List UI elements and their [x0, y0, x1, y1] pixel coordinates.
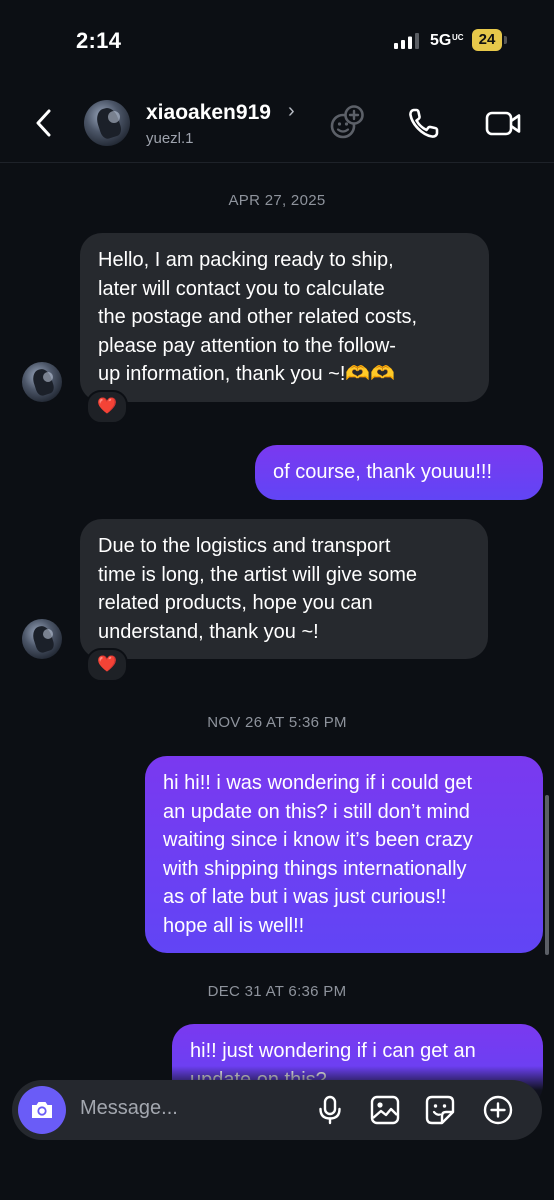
- message-input[interactable]: Message...: [80, 1097, 178, 1120]
- outgoing-message[interactable]: hi hi!! i was wondering if i could get a…: [145, 756, 543, 953]
- date-separator: NOV 26 AT 5:36 PM: [207, 714, 347, 731]
- scrollbar[interactable]: [545, 795, 549, 955]
- date-separator: DEC 31 AT 6:36 PM: [207, 983, 347, 1000]
- signal-strength-icon: [394, 33, 419, 49]
- microphone-icon[interactable]: [314, 1094, 346, 1126]
- network-type: 5G: [430, 32, 452, 49]
- contact-name[interactable]: xiaoaken919: [146, 101, 271, 125]
- camera-icon: [32, 1102, 52, 1118]
- sticker-icon[interactable]: [424, 1094, 456, 1126]
- date-separator: APR 27, 2025: [228, 192, 326, 209]
- camera-button[interactable]: [18, 1086, 66, 1134]
- battery-level: 24: [472, 29, 502, 51]
- status-bar: 2:14 5G UC 24: [0, 0, 554, 80]
- status-time: 2:14: [76, 28, 122, 53]
- add-circle-icon[interactable]: [482, 1094, 514, 1126]
- incoming-message[interactable]: Hello, I am packing ready to ship, later…: [80, 233, 489, 402]
- battery-cap: [504, 36, 507, 44]
- back-chevron-icon[interactable]: [28, 106, 62, 140]
- video-camera-icon[interactable]: [484, 104, 522, 142]
- phone-icon[interactable]: [405, 104, 443, 142]
- battery-icon: 24: [472, 29, 508, 51]
- gallery-icon[interactable]: [369, 1094, 401, 1126]
- contact-avatar[interactable]: [84, 100, 130, 146]
- heart-reaction[interactable]: ❤️: [86, 390, 128, 424]
- add-people-icon[interactable]: [328, 104, 366, 142]
- chevron-right-icon[interactable]: ›: [288, 100, 295, 123]
- message-composer: Message...: [12, 1080, 542, 1140]
- contact-handle[interactable]: yuezl.1: [146, 130, 194, 147]
- incoming-message[interactable]: Due to the logistics and transport time …: [80, 519, 488, 659]
- outgoing-message[interactable]: of course, thank youuu!!!: [255, 445, 543, 500]
- sender-avatar[interactable]: [22, 619, 62, 659]
- conversation-header: xiaoaken919 › yuezl.1: [0, 86, 554, 163]
- network-subtype: UC: [452, 33, 464, 42]
- sender-avatar[interactable]: [22, 362, 62, 402]
- heart-reaction[interactable]: ❤️: [86, 648, 128, 682]
